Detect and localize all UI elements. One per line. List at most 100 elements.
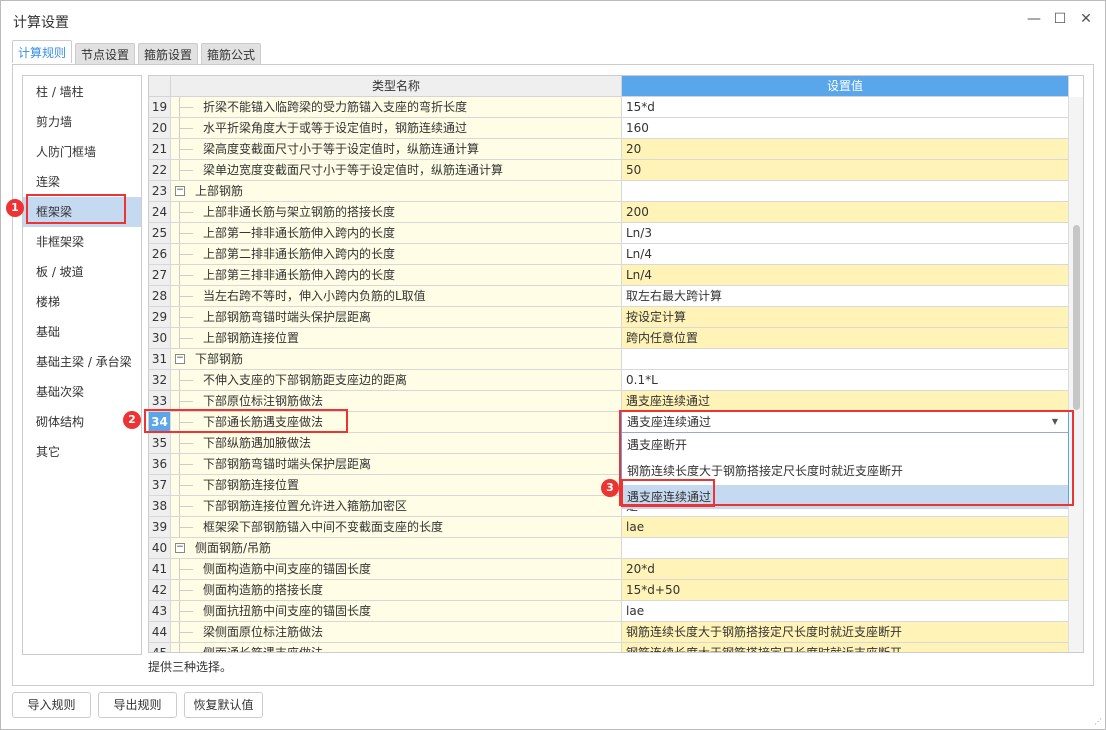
value-cell[interactable]: 遇支座连续通过	[622, 391, 1069, 412]
window-title: 计算设置	[13, 15, 69, 31]
name-cell: 下部钢筋弯锚时端头保护层距离	[171, 454, 622, 475]
sidebar-item[interactable]: 柱 / 墙柱	[23, 77, 141, 107]
value-cell[interactable]: Ln/4	[622, 244, 1069, 265]
table-row[interactable]: 24 上部非通长筋与架立钢筋的搭接长度 200	[149, 202, 1069, 223]
tab-calc-rules[interactable]: 计算规则	[12, 40, 73, 63]
scrollbar-thumb[interactable]	[1073, 225, 1080, 410]
table-row[interactable]: 19 折梁不能锚入临跨梁的受力筋锚入支座的弯折长度 15*d	[149, 97, 1069, 118]
tree-line	[179, 401, 193, 402]
resize-grip-icon[interactable]: ⋰	[1094, 717, 1102, 726]
value-cell[interactable]: 20*d	[622, 559, 1069, 580]
table-row[interactable]: 42 侧面构造筋的搭接长度 15*d+50	[149, 580, 1069, 601]
import-rules-button[interactable]: 导入规则	[12, 692, 91, 718]
value-cell[interactable]: 160	[622, 118, 1069, 139]
table-row[interactable]: 27 上部第三排非通长筋伸入跨内的长度 Ln/4	[149, 265, 1069, 286]
sidebar-item[interactable]: 板 / 坡道	[23, 257, 141, 287]
sidebar-item[interactable]: 楼梯	[23, 287, 141, 317]
value-cell[interactable]: Ln/4	[622, 265, 1069, 286]
tab-stirrup-formula[interactable]: 箍筋公式	[201, 43, 262, 65]
table-row[interactable]: 23− 上部钢筋	[149, 181, 1069, 202]
row-number: 38	[149, 496, 171, 517]
row-number: 27	[149, 265, 171, 286]
value-cell[interactable]: 按设定计算	[622, 307, 1069, 328]
table-row[interactable]: 40− 侧面钢筋/吊筋	[149, 538, 1069, 559]
table-row[interactable]: 43 侧面抗扭筋中间支座的锚固长度 lae	[149, 601, 1069, 622]
tree-line	[179, 212, 193, 213]
table-row[interactable]: 21 梁高度变截面尺寸小于等于设定值时，纵筋连通计算 20	[149, 139, 1069, 160]
vertical-scrollbar[interactable]	[1068, 97, 1083, 652]
table-row[interactable]: 25 上部第一排非通长筋伸入跨内的长度 Ln/3	[149, 223, 1069, 244]
value-cell[interactable]: 15*d+50	[622, 580, 1069, 601]
value-cell[interactable]: lae	[622, 517, 1069, 538]
value-cell[interactable]	[622, 538, 1069, 559]
value-cell[interactable]: 钢筋连续长度大于钢筋搭接定尺长度时就近支座断开	[622, 643, 1069, 652]
table-row[interactable]: 30 上部钢筋连接位置 跨内任意位置	[149, 328, 1069, 349]
table-row[interactable]: 29 上部钢筋弯锚时端头保护层距离 按设定计算	[149, 307, 1069, 328]
value-cell[interactable]: 50	[622, 160, 1069, 181]
name-cell: 下部钢筋连接位置	[171, 475, 622, 496]
sidebar-item[interactable]: 基础主梁 / 承台梁	[23, 347, 141, 377]
value-cell[interactable]: 200	[622, 202, 1069, 223]
name-cell: 上部第一排非通长筋伸入跨内的长度	[171, 223, 622, 244]
table-row[interactable]: 32 不伸入支座的下部钢筋距支座边的距离 0.1*L	[149, 370, 1069, 391]
row-number: 40	[149, 538, 171, 559]
value-cell[interactable]: 跨内任意位置	[622, 328, 1069, 349]
row-number: 35	[149, 433, 171, 454]
table-row[interactable]: 44 梁侧面原位标注筋做法 钢筋连续长度大于钢筋搭接定尺长度时就近支座断开	[149, 622, 1069, 643]
close-icon[interactable]: ✕	[1076, 9, 1096, 29]
settings-grid: 类型名称 设置值 19 折梁不能锚入临跨梁的受力筋锚入支座的弯折长度 15*d 20 水…	[148, 75, 1084, 653]
sidebar-item[interactable]: 人防门框墙	[23, 137, 141, 167]
group-header-cell: − 上部钢筋	[171, 181, 622, 202]
table-row[interactable]: 20 水平折梁角度大于或等于设定值时，钢筋连续通过 160	[149, 118, 1069, 139]
value-cell[interactable]	[622, 181, 1069, 202]
setting-name: 上部第三排非通长筋伸入跨内的长度	[203, 268, 396, 282]
table-row[interactable]: 31− 下部钢筋	[149, 349, 1069, 370]
maximize-icon[interactable]: ☐	[1050, 9, 1070, 29]
setting-name: 下部钢筋连接位置允许进入箍筋加密区	[203, 499, 408, 513]
value-cell[interactable]: Ln/3	[622, 223, 1069, 244]
sidebar-item[interactable]: 剪力墙	[23, 107, 141, 137]
tree-line	[179, 611, 193, 612]
annotation-box-1	[26, 194, 126, 224]
tab-stirrup-settings[interactable]: 箍筋设置	[138, 43, 199, 65]
table-row[interactable]: 28 当左右跨不等时，伸入小跨内负筋的L取值 取左右最大跨计算	[149, 286, 1069, 307]
collapse-icon[interactable]: −	[175, 543, 185, 553]
setting-name: 侧面构造筋的搭接长度	[203, 583, 324, 597]
value-cell[interactable]: 0.1*L	[622, 370, 1069, 391]
sidebar-item[interactable]: 基础	[23, 317, 141, 347]
minimize-icon[interactable]: —	[1024, 9, 1044, 29]
collapse-icon[interactable]: −	[175, 354, 185, 364]
row-number: 19	[149, 97, 171, 118]
status-description: 提供三种选择。	[148, 660, 233, 674]
value-cell[interactable]	[622, 349, 1069, 370]
sidebar-item[interactable]: 非框架梁	[23, 227, 141, 257]
table-row[interactable]: 22 梁单边宽度变截面尺寸小于等于设定值时，纵筋连通计算 50	[149, 160, 1069, 181]
value-cell[interactable]: lae	[622, 601, 1069, 622]
sidebar-item[interactable]: 基础次梁	[23, 377, 141, 407]
table-row[interactable]: 39 框架梁下部钢筋锚入中间不变截面支座的长度 lae	[149, 517, 1069, 538]
table-row[interactable]: 26 上部第二排非通长筋伸入跨内的长度 Ln/4	[149, 244, 1069, 265]
name-cell: 侧面构造筋中间支座的锚固长度	[171, 559, 622, 580]
name-cell: 侧面构造筋的搭接长度	[171, 580, 622, 601]
setting-name: 上部钢筋弯锚时端头保护层距离	[203, 310, 372, 324]
setting-name: 上部钢筋连接位置	[203, 331, 300, 345]
value-cell[interactable]: 钢筋连续长度大于钢筋搭接定尺长度时就近支座断开	[622, 622, 1069, 643]
reset-defaults-button[interactable]: 恢复默认值	[184, 692, 263, 718]
value-cell[interactable]: 取左右最大跨计算	[622, 286, 1069, 307]
setting-name: 下部纵筋遇加腋做法	[203, 436, 312, 450]
export-rules-button[interactable]: 导出规则	[98, 692, 177, 718]
table-row[interactable]: 41 侧面构造筋中间支座的锚固长度 20*d	[149, 559, 1069, 580]
tree-line	[179, 317, 193, 318]
tab-node-settings[interactable]: 节点设置	[75, 43, 136, 65]
name-cell: 下部钢筋连接位置允许进入箍筋加密区	[171, 496, 622, 517]
collapse-icon[interactable]: −	[175, 186, 185, 196]
sidebar-item[interactable]: 连梁	[23, 167, 141, 197]
tree-line	[179, 590, 193, 591]
tree-line	[179, 128, 193, 129]
value-cell[interactable]: 15*d	[622, 97, 1069, 118]
tree-line	[179, 107, 193, 108]
sidebar-item[interactable]: 其它	[23, 437, 141, 467]
table-row[interactable]: 45 侧面通长筋遇支座做法 钢筋连续长度大于钢筋搭接定尺长度时就近支座断开	[149, 643, 1069, 652]
value-cell[interactable]: 20	[622, 139, 1069, 160]
row-number: 25	[149, 223, 171, 244]
